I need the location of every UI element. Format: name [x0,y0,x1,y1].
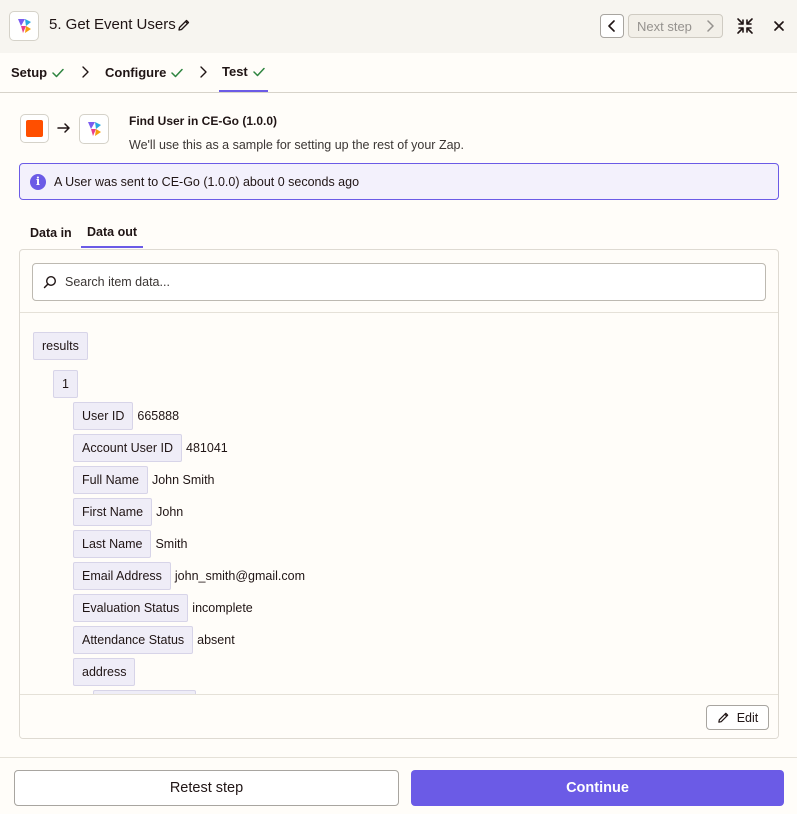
field-key: Attendance Status [73,626,194,654]
search-icon [43,275,57,289]
tree-field-user-id[interactable]: User ID 665888 [73,402,179,430]
tree-node-results[interactable]: results [33,332,88,360]
tree-field-full-name[interactable]: Full Name John Smith [73,466,215,494]
panel-footer: Edit [20,694,778,738]
summary-title: Find User in CE-Go (1.0.0) [129,114,278,128]
destination-app-icon [79,114,109,144]
summary-subtitle: We'll use this as a sample for setting u… [129,138,464,152]
field-key: Full Name [73,466,148,494]
data-out-panel: results 1 User ID 665888 Account User ID… [19,249,779,739]
field-value: John Smith [151,473,215,487]
step-tabs: Setup Configure Test [0,53,797,93]
field-key: User ID [73,402,134,430]
search-input[interactable] [65,275,745,289]
info-banner: i A User was sent to CE-Go (1.0.0) about… [19,163,779,200]
pencil-icon[interactable] [177,18,191,32]
tree-key: 1 [53,370,78,398]
close-icon [774,21,784,31]
ce-go-logo-icon [88,122,101,136]
search-box[interactable] [32,263,766,301]
info-banner-text: A User was sent to CE-Go (1.0.0) about 0… [54,174,360,189]
info-icon: i [30,173,46,190]
field-value: absent [197,633,235,647]
step-summary: Find User in CE-Go (1.0.0) We'll use thi… [20,112,780,156]
field-key: Last Name [73,530,152,558]
chevron-right-icon [707,20,714,32]
edit-button[interactable]: Edit [706,705,769,730]
field-key: Account User ID [73,434,183,462]
chevron-right-icon [200,66,207,78]
tab-setup[interactable]: Setup [11,53,64,92]
chevron-left-icon [608,20,615,32]
pencil-icon [717,712,729,723]
search-area [20,250,778,313]
tab-setup-label: Setup [11,65,48,80]
tree-field-attendance-status[interactable]: Attendance Status absent [73,626,235,654]
previous-step-button[interactable] [600,14,624,38]
field-value: 481041 [186,441,228,455]
field-key: address [73,658,136,686]
field-key: First Name [73,498,153,526]
checkmark-icon [171,68,184,77]
chevron-right-icon [82,66,89,78]
step-header: 5. Get Event Users Next step [0,0,797,53]
checkmark-icon [52,68,64,77]
arrow-right-icon [57,123,70,133]
field-value: Smith [155,537,188,551]
ce-go-logo-icon [18,19,31,33]
next-step-label: Next step [637,18,692,34]
action-footer: Retest step Continue [0,757,797,814]
tree-field-last-name[interactable]: Last Name Smith [73,530,187,558]
tree-field-account-user-id[interactable]: Account User ID 481041 [73,434,228,462]
retest-step-button[interactable]: Retest step [14,770,399,806]
next-step-button[interactable]: Next step [628,14,723,38]
tab-test-label: Test [222,64,248,79]
tab-data-in[interactable]: Data in [24,217,78,248]
step-title[interactable]: 5. Get Event Users [49,16,176,33]
collapse-icon [737,18,753,34]
tab-configure[interactable]: Configure [105,53,184,92]
field-value: 665888 [137,409,180,423]
field-value: incomplete [192,601,253,615]
tree-field-evaluation-status[interactable]: Evaluation Status incomplete [73,594,253,622]
tree-field-email-address[interactable]: Email Address john_smith@gmail.com [73,562,305,590]
checkmark-icon [253,67,265,76]
source-app-icon [20,114,49,143]
tree-key: results [33,332,88,360]
tree-field-first-name[interactable]: First Name John [73,498,183,526]
tree-field-address[interactable]: address [73,658,136,686]
tab-test[interactable]: Test [219,53,268,92]
collapse-button[interactable] [734,15,756,37]
field-value: john_smith@gmail.com [174,569,306,583]
field-value: John [156,505,184,519]
continue-button[interactable]: Continue [411,770,784,806]
close-button[interactable] [768,15,790,37]
field-key: Evaluation Status [73,594,189,622]
data-tree: results 1 User ID 665888 Account User ID… [20,314,778,694]
ce-go-app-logo [9,11,39,41]
tab-configure-label: Configure [105,65,167,80]
edit-label: Edit [736,710,759,725]
tab-data-out[interactable]: Data out [81,217,143,248]
source-app-square [26,120,43,137]
tree-node-item[interactable]: 1 [53,370,78,398]
field-key: Email Address [73,562,171,590]
